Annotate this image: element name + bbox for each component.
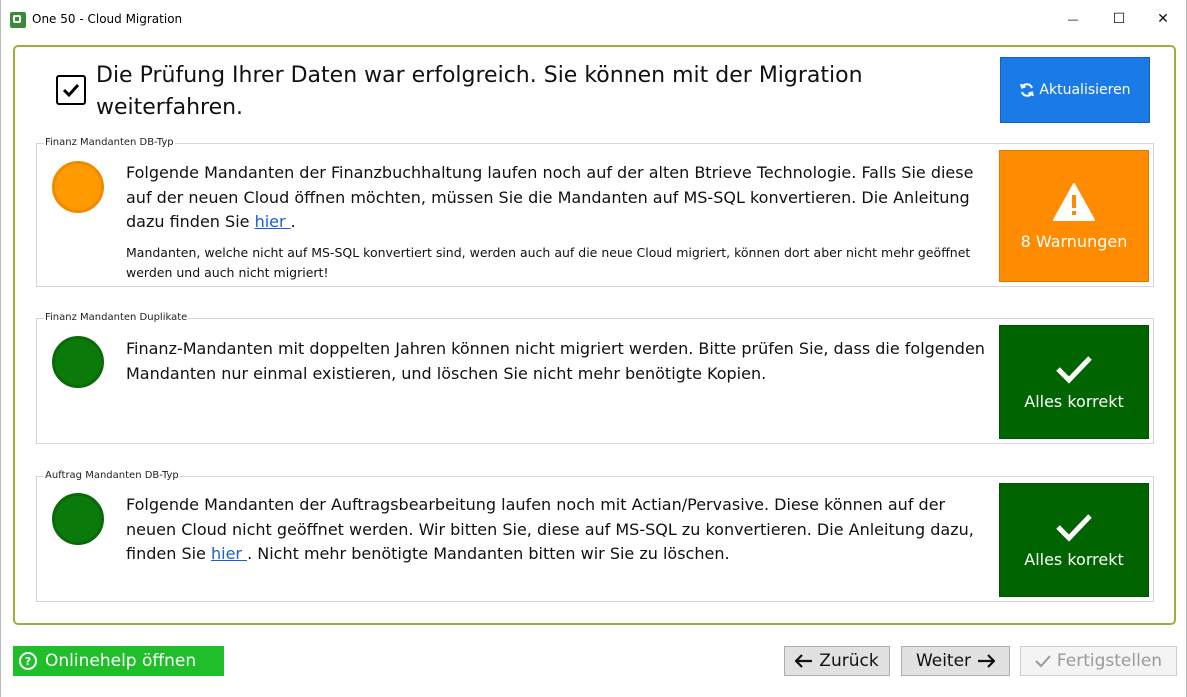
- ok-status-button[interactable]: Alles korrekt: [999, 325, 1149, 439]
- checkmark-icon: [1056, 355, 1092, 384]
- section-label: Auftrag Mandanten DB-Typ: [44, 470, 180, 481]
- section-note: Mandanten, welche nicht auf MS-SQL konve…: [126, 245, 971, 280]
- warning-icon: [1053, 182, 1095, 221]
- success-checkbox-icon: [56, 75, 86, 105]
- refresh-label: Aktualisieren: [1039, 82, 1131, 98]
- status-indicator-green: [52, 493, 104, 545]
- window-title: One 50 - Cloud Migration: [32, 12, 183, 26]
- status-indicator-green: [52, 336, 104, 388]
- section-label: Finanz Mandanten Duplikate: [44, 312, 189, 323]
- status-indicator-orange: [52, 161, 104, 213]
- app-icon: [10, 12, 26, 28]
- back-label: Zurück: [819, 651, 879, 671]
- guide-link[interactable]: hier: [255, 212, 291, 231]
- ok-status-button[interactable]: Alles korrekt: [999, 483, 1149, 597]
- help-icon: ?: [19, 652, 37, 670]
- section-description: Folgende Mandanten der Auftragsbearbeitu…: [126, 495, 974, 563]
- section-label: Finanz Mandanten DB-Typ: [44, 137, 175, 148]
- status-label: Alles korrekt: [1024, 391, 1124, 411]
- guide-link[interactable]: hier: [211, 544, 247, 563]
- arrow-left-icon: [795, 654, 813, 668]
- minimize-icon: —: [1067, 12, 1079, 26]
- refresh-icon: [1020, 83, 1035, 97]
- finish-label: Fertigstellen: [1056, 651, 1163, 671]
- section-description: Folgende Mandanten der Finanzbuchhaltung…: [126, 163, 974, 231]
- warning-status-button[interactable]: 8 Warnungen: [999, 150, 1149, 282]
- close-icon: ✕: [1157, 11, 1169, 27]
- maximize-button[interactable]: ☐: [1096, 4, 1142, 34]
- checkmark-icon: [1056, 513, 1092, 542]
- arrow-right-icon: [978, 654, 996, 668]
- minimize-button[interactable]: —: [1050, 4, 1096, 34]
- result-message: Die Prüfung Ihrer Daten war erfolgreich.…: [96, 63, 863, 120]
- app-window: One 50 - Cloud Migration — ☐ ✕ Die Prüfu…: [0, 0, 1187, 697]
- back-button[interactable]: Zurück: [784, 646, 890, 676]
- section-description: Finanz-Mandanten mit doppelten Jahren kö…: [126, 339, 985, 383]
- title-bar: One 50 - Cloud Migration — ☐ ✕: [1, 0, 1186, 38]
- next-label: Weiter: [915, 651, 972, 671]
- next-button[interactable]: Weiter: [901, 646, 1010, 676]
- onlinehelp-button[interactable]: ? Onlinehelp öffnen: [13, 646, 224, 676]
- refresh-button[interactable]: Aktualisieren: [1000, 57, 1150, 123]
- close-button[interactable]: ✕: [1140, 4, 1186, 34]
- status-label: Alles korrekt: [1024, 549, 1124, 569]
- finish-button[interactable]: Fertigstellen: [1020, 646, 1177, 676]
- checkmark-icon: [1035, 655, 1051, 668]
- onlinehelp-label: Onlinehelp öffnen: [45, 651, 197, 671]
- maximize-icon: ☐: [1112, 11, 1126, 27]
- status-label: 8 Warnungen: [1020, 231, 1128, 251]
